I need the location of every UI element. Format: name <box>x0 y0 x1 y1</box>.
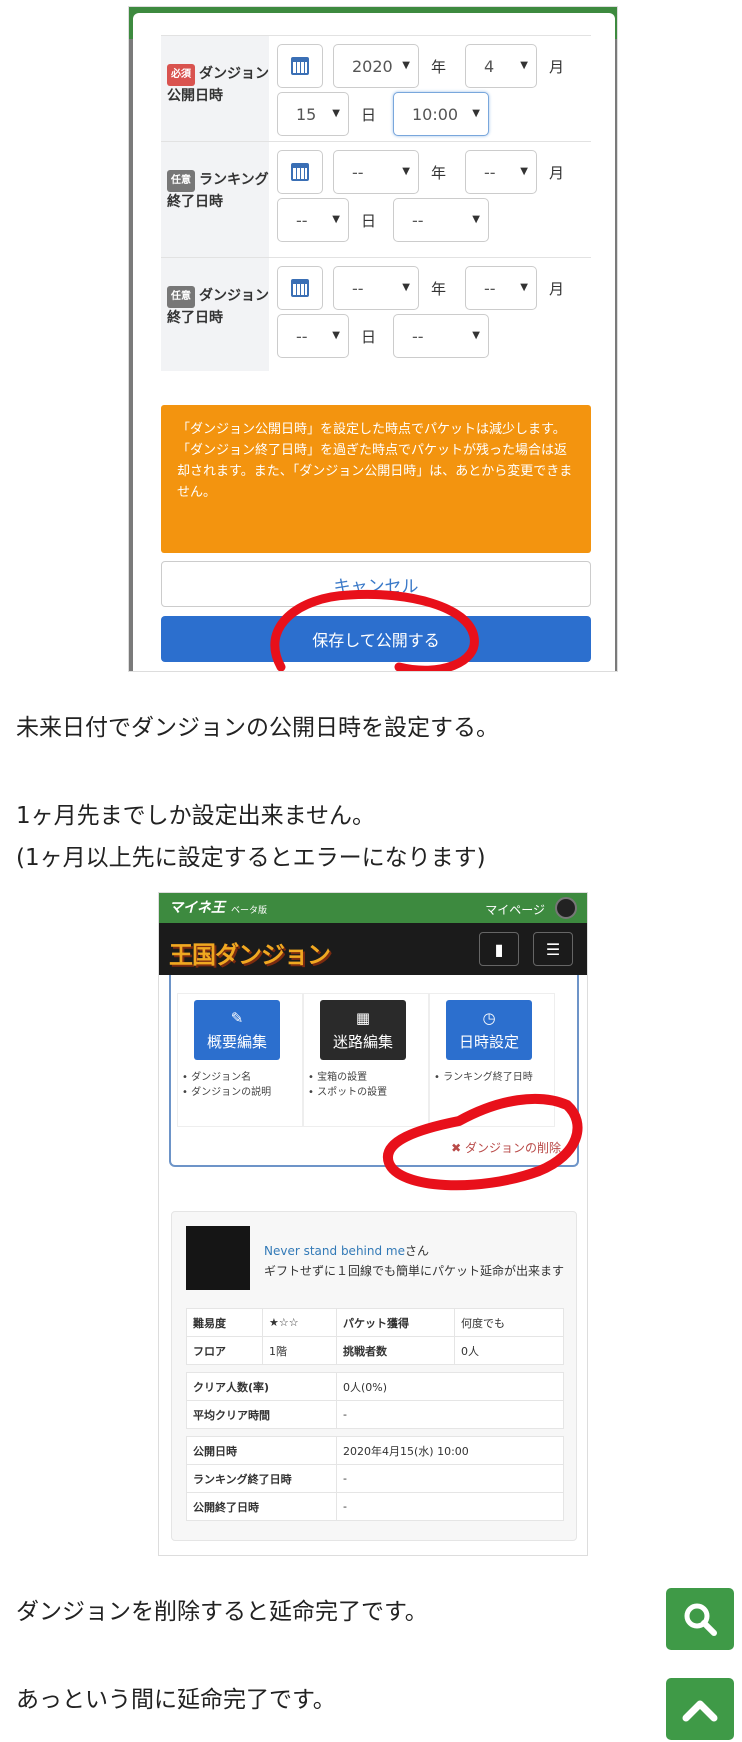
clear-table: クリア人数(率) 0人(0%) 平均クリア時間 - <box>186 1372 564 1429</box>
table-cell: 公開終了日時 <box>186 1492 337 1521</box>
article-paragraph: ダンジョンを削除すると延命完了です。 <box>16 1599 428 1625</box>
article-paragraph: 未来日付でダンジョンの公開日時を設定する。 <box>16 715 499 741</box>
table-cell: ランキング終了日時 <box>186 1464 337 1493</box>
article-paragraph: (1ヶ月以上先に設定するとエラーになります) <box>16 845 486 871</box>
dungeon-page-screenshot: マイネ王 ベータ版 マイページ 王国ダンジョン ▮ ☰ ✎概要編集 ダンジョン名… <box>158 892 588 1556</box>
table-row: 公開日時 2020年4月15(水) 10:00 <box>186 1436 564 1465</box>
table-cell: - <box>336 1464 564 1493</box>
table-row: クリア人数(率) 0人(0%) <box>186 1372 564 1401</box>
table-cell: パケット獲得 <box>336 1308 455 1337</box>
scroll-top-button[interactable] <box>666 1678 734 1740</box>
dungeon-thumbnail <box>186 1226 250 1290</box>
table-row: ランキング終了日時 - <box>186 1464 564 1493</box>
table-cell: - <box>336 1400 564 1429</box>
table-cell: フロア <box>186 1336 263 1365</box>
search-button[interactable] <box>666 1588 734 1650</box>
dungeon-info-card: Never stand behind meさん ギフトせずに１回線でも簡単にパケ… <box>171 1211 577 1541</box>
table-cell: 0人 <box>454 1336 564 1365</box>
chevron-up-icon <box>682 1700 718 1722</box>
article-paragraph: 1ヶ月先までしか設定出来ません。 <box>16 803 375 829</box>
table-row: フロア 1階 挑戦者数 0人 <box>186 1336 564 1365</box>
table-cell: 1階 <box>262 1336 337 1365</box>
table-row: 難易度 ★☆☆ パケット獲得 何度でも <box>186 1308 564 1337</box>
table-row: 平均クリア時間 - <box>186 1400 564 1429</box>
table-cell: クリア人数(率) <box>186 1372 337 1401</box>
table-cell: ★☆☆ <box>262 1308 337 1337</box>
stats-table: 難易度 ★☆☆ パケット獲得 何度でも フロア 1階 挑戦者数 0人 <box>186 1308 564 1365</box>
schedule-table: 公開日時 2020年4月15(水) 10:00 ランキング終了日時 - 公開終了… <box>186 1436 564 1521</box>
red-annotation-circle <box>270 589 479 671</box>
table-cell: 平均クリア時間 <box>186 1400 337 1429</box>
table-cell: 何度でも <box>454 1308 564 1337</box>
modal-screenshot: 必須 ダンジョン公開日時 2020 ▼ 年 4 ▼ 月 15 ▼ 日 10:00 ▼ 任意… <box>128 6 618 672</box>
dungeon-description: ギフトせずに１回線でも簡単にパケット延命が出来ます <box>264 1264 565 1278</box>
article-paragraph: あっという間に延命完了です。 <box>16 1687 336 1713</box>
author-suffix: さん <box>405 1244 430 1258</box>
author-name: Never stand behind me <box>264 1244 405 1258</box>
table-cell: 0人(0%) <box>336 1372 564 1401</box>
table-row: 公開終了日時 - <box>186 1492 564 1521</box>
table-cell: 公開日時 <box>186 1436 337 1465</box>
search-icon <box>684 1603 717 1636</box>
table-cell: 2020年4月15(水) 10:00 <box>336 1436 564 1465</box>
table-cell: 挑戦者数 <box>336 1336 455 1365</box>
table-cell: 難易度 <box>186 1308 263 1337</box>
table-cell: - <box>336 1492 564 1521</box>
author-link[interactable]: Never stand behind meさん <box>264 1242 429 1259</box>
